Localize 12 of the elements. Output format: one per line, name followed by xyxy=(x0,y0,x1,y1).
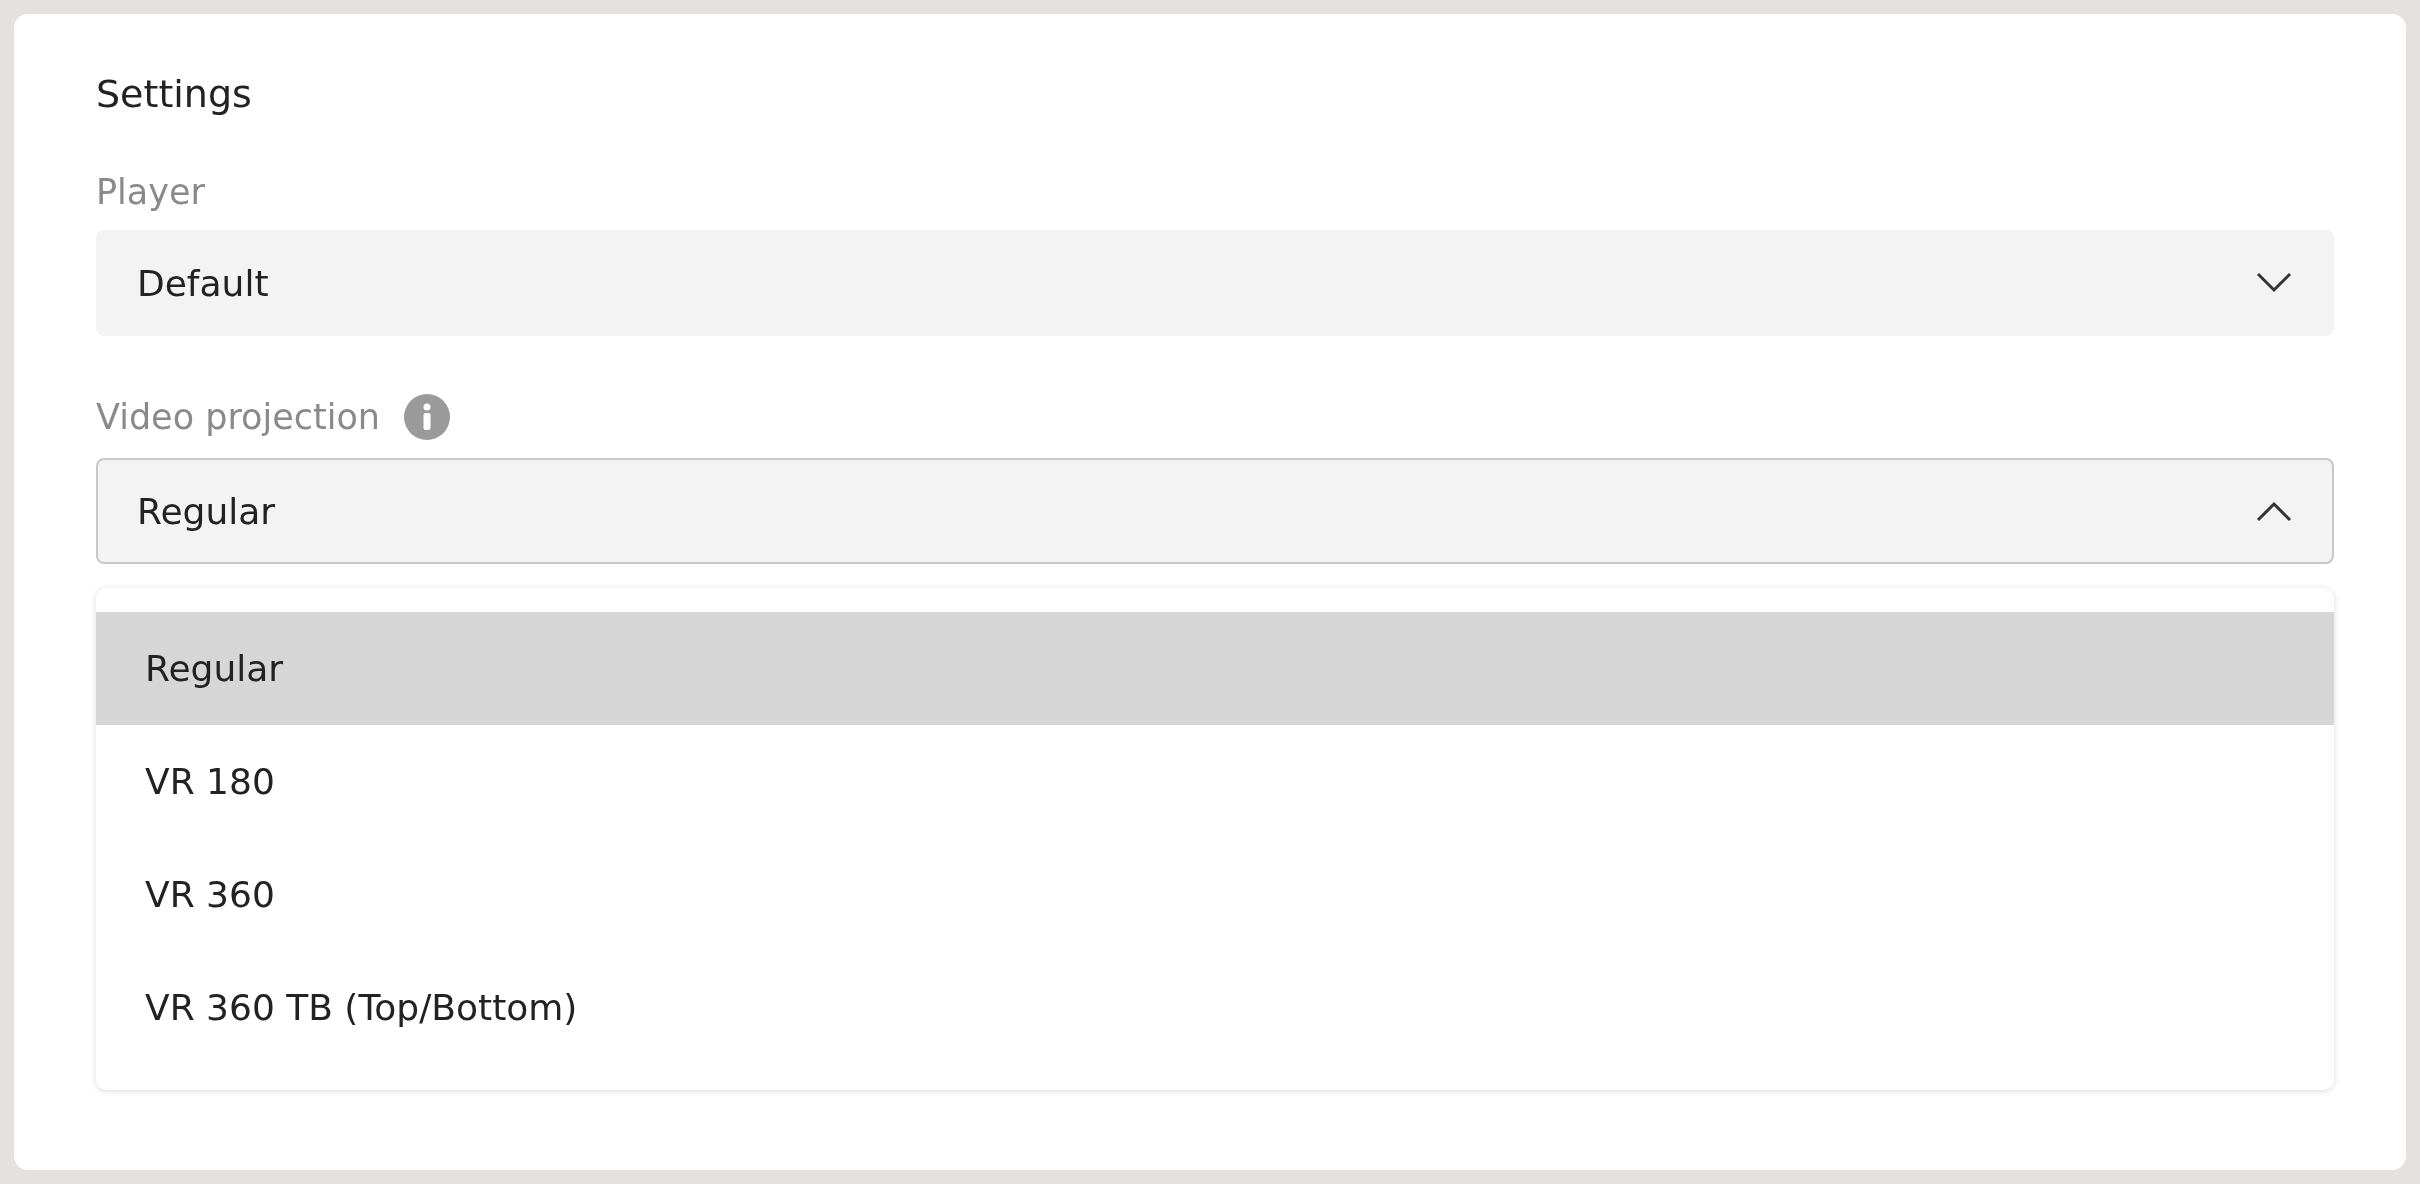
dropdown-option[interactable]: Regular xyxy=(96,612,2334,725)
field-label: Video projection xyxy=(96,397,380,437)
dropdown-option[interactable]: VR 360 xyxy=(96,838,2334,951)
chevron-icon xyxy=(2256,500,2292,522)
dropdown-select[interactable]: Regular xyxy=(96,458,2334,564)
info-icon[interactable] xyxy=(404,394,450,440)
dropdown-option[interactable]: VR 180 xyxy=(96,725,2334,838)
field-label: Player xyxy=(96,172,205,212)
dropdown-option[interactable]: VR 360 TB (Top/Bottom) xyxy=(96,951,2334,1064)
chevron-icon xyxy=(2256,272,2292,294)
settings-title: Settings xyxy=(96,72,253,116)
dropdown-select[interactable]: Default xyxy=(96,230,2334,336)
